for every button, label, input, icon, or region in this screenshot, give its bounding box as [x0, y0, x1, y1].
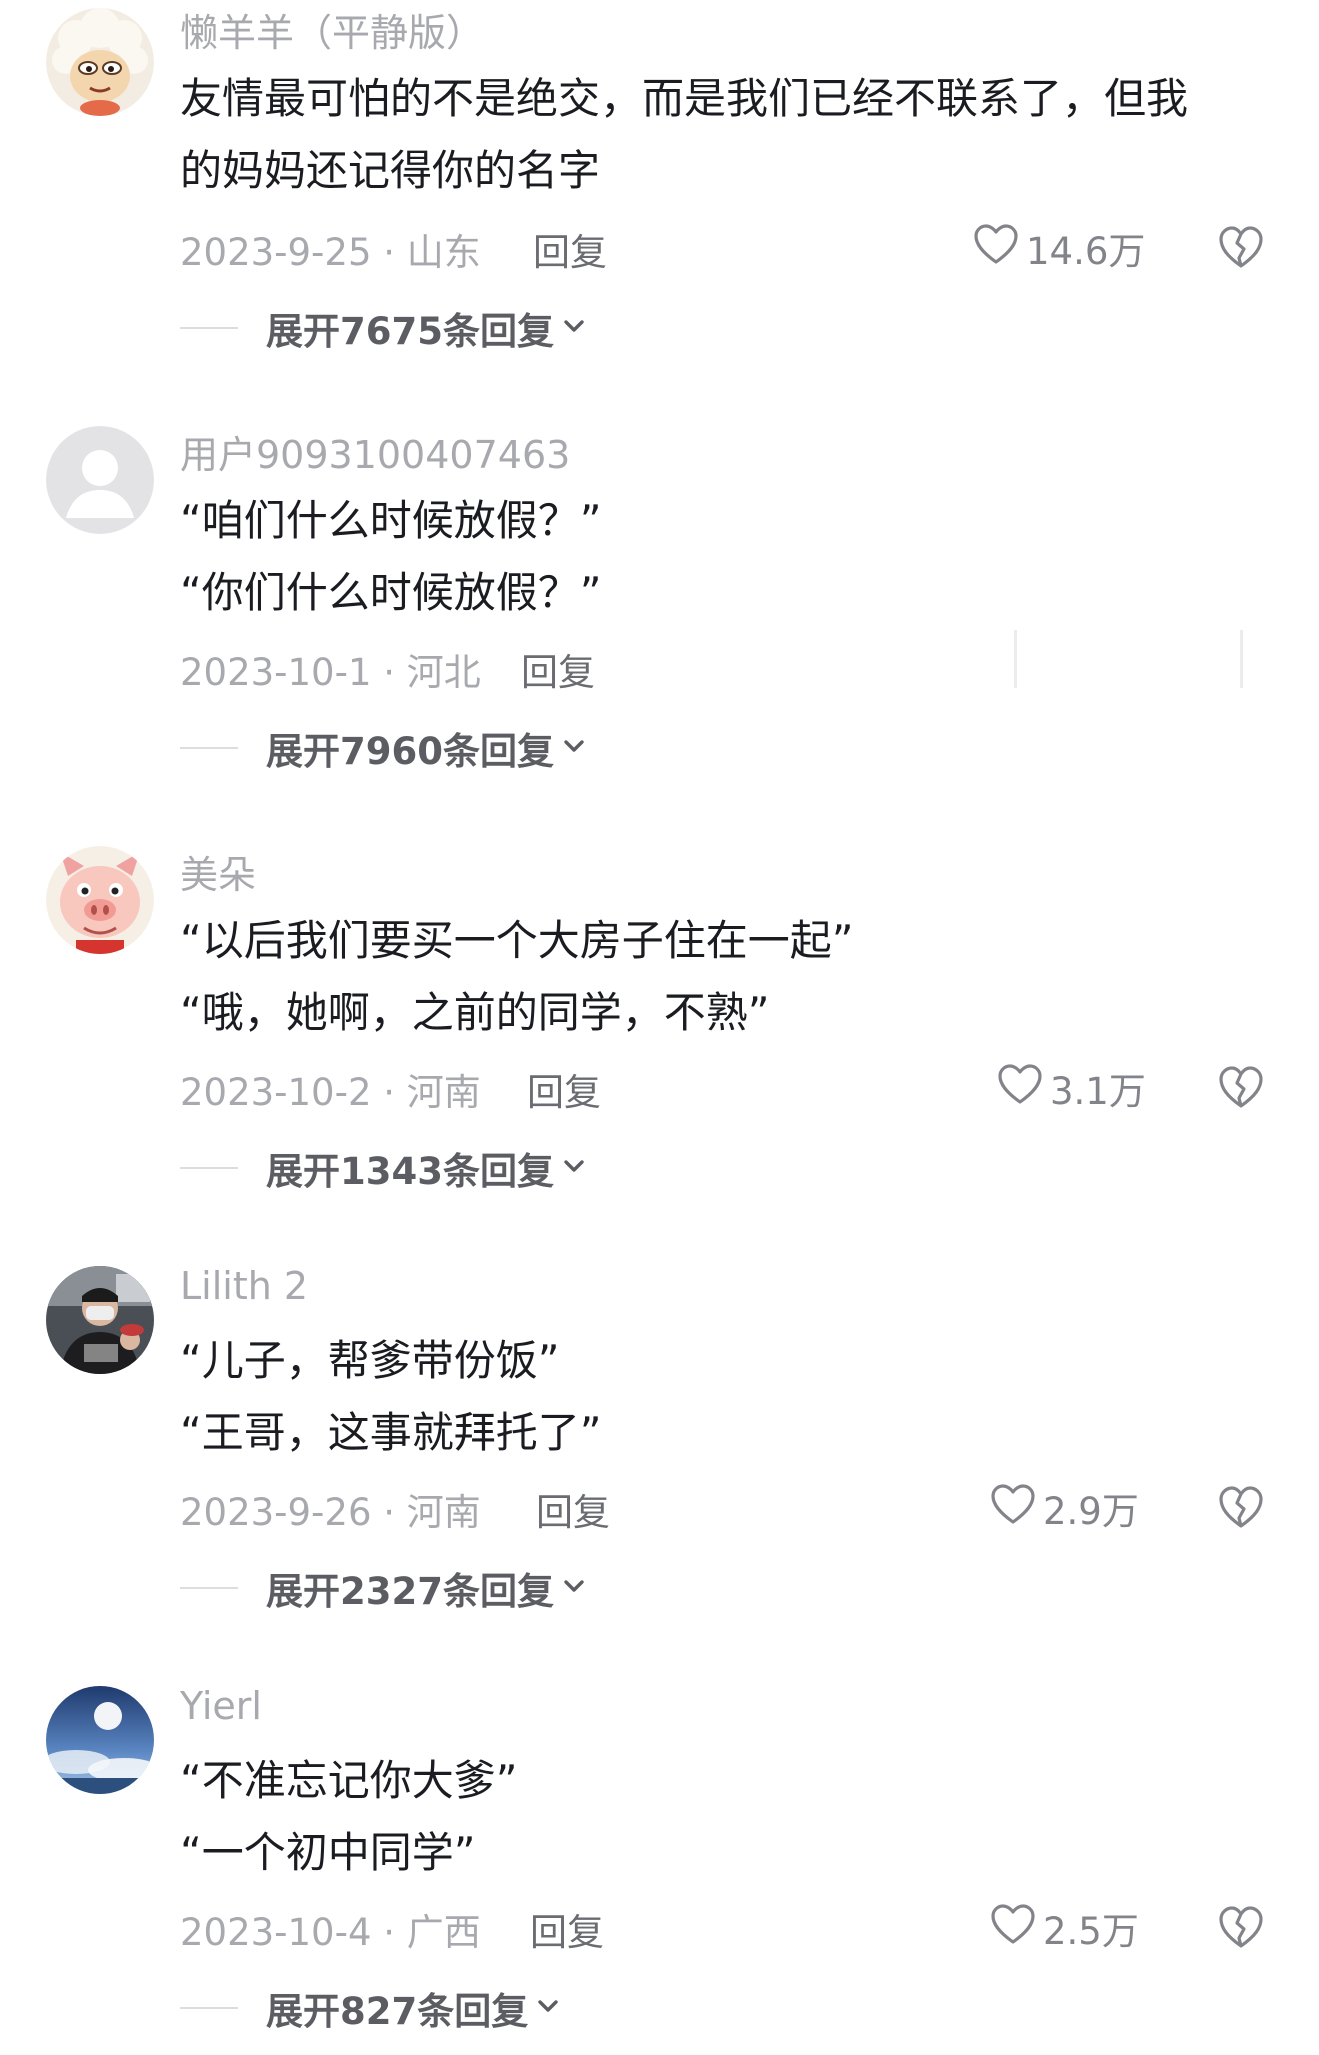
like-count: 3.1万 — [1050, 1070, 1146, 1113]
divider — [180, 1587, 238, 1589]
comment-meta: 2023-9-26 · 河南 — [180, 1491, 481, 1534]
heart-icon — [989, 1902, 1043, 1955]
moon-sky-avatar[interactable] — [46, 1686, 154, 1794]
heart-icon — [989, 1482, 1043, 1535]
expand-replies-button[interactable]: 展开7960条回复 — [180, 723, 588, 773]
broken-heart-icon — [1216, 1066, 1266, 1116]
comment-text-line: “王哥，这事就拜托了” — [180, 1408, 602, 1457]
divider — [180, 747, 238, 749]
divider — [180, 327, 238, 329]
chevron-down-icon — [554, 732, 588, 764]
dislike-button[interactable] — [1216, 1902, 1266, 1952]
comment-meta: 2023-10-1 · 河北 — [180, 651, 481, 694]
reply-button[interactable]: 回复 — [527, 1062, 601, 1116]
comment-text-line: 友情最可怕的不是绝交，而是我们已经不联系了，但我 — [180, 74, 1189, 123]
comment-text-line: “哦，她啊，之前的同学，不熟” — [180, 988, 770, 1037]
chevron-down-icon — [554, 1572, 588, 1604]
like-button[interactable]: 14.6万 — [972, 218, 1145, 278]
comment-text-line: 的妈妈还记得你的名字 — [180, 146, 601, 195]
comment-username[interactable]: 懒羊羊（平静版） — [180, 2, 484, 57]
like-count: 14.6万 — [1026, 230, 1146, 273]
comment-meta: 2023-9-25 · 山东 — [180, 231, 481, 274]
faint-artifact — [1240, 630, 1243, 688]
heart-icon — [972, 222, 1026, 275]
reply-button[interactable]: 回复 — [530, 1902, 604, 1956]
default-user-avatar[interactable] — [46, 426, 154, 534]
comment-text-line: “不准忘记你大爹” — [180, 1756, 518, 1805]
faint-artifact — [1014, 630, 1017, 688]
chevron-down-icon — [554, 1152, 588, 1184]
divider — [180, 1167, 238, 1169]
reply-button[interactable]: 回复 — [533, 222, 607, 276]
comment-text-line: “以后我们要买一个大房子住在一起” — [180, 916, 854, 965]
dislike-button[interactable] — [1216, 1062, 1266, 1112]
like-button[interactable]: 3.1万 — [996, 1058, 1146, 1118]
comment-username[interactable]: 用户9093100407463 — [180, 424, 570, 479]
comment-meta: 2023-10-2 · 河南 — [180, 1071, 481, 1114]
expand-replies-button[interactable]: 展开1343条回复 — [180, 1143, 588, 1193]
comment-text-line: “咱们什么时候放假？” — [180, 496, 602, 545]
like-button[interactable]: 2.5万 — [989, 1898, 1139, 1958]
comment-text-line: “一个初中同学” — [180, 1828, 476, 1877]
comment-text-line: “儿子，帮爹带份饭” — [180, 1336, 560, 1385]
expand-replies-button[interactable]: 展开827条回复 — [180, 1983, 562, 2033]
lazy-goat-avatar[interactable] — [46, 8, 154, 116]
divider — [180, 2007, 238, 2009]
dislike-button[interactable] — [1216, 222, 1266, 272]
expand-replies-label: 展开7675条回复 — [266, 310, 554, 353]
chevron-down-icon — [554, 312, 588, 344]
comment-username[interactable]: 美朵 — [180, 844, 256, 899]
expand-replies-label: 展开1343条回复 — [266, 1150, 554, 1193]
cartoon-pig-avatar[interactable] — [46, 846, 154, 954]
comment-meta: 2023-10-4 · 广西 — [180, 1911, 481, 1954]
comment-username[interactable]: Yierl — [180, 1684, 262, 1728]
expand-replies-label: 展开2327条回复 — [266, 1570, 554, 1613]
broken-heart-icon — [1216, 1486, 1266, 1536]
chevron-down-icon — [528, 1992, 562, 2024]
like-count: 2.5万 — [1043, 1910, 1139, 1953]
broken-heart-icon — [1216, 1906, 1266, 1956]
like-button[interactable]: 2.9万 — [989, 1478, 1139, 1538]
expand-replies-label: 展开7960条回复 — [266, 730, 554, 773]
comment-text-line: “你们什么时候放假？” — [180, 568, 602, 617]
expand-replies-label: 展开827条回复 — [266, 1990, 529, 2033]
reply-button[interactable]: 回复 — [536, 1482, 610, 1536]
dislike-button[interactable] — [1216, 1482, 1266, 1532]
broken-heart-icon — [1216, 226, 1266, 276]
photo-person-avatar[interactable] — [46, 1266, 154, 1374]
comment-username[interactable]: Lilith 2 — [180, 1264, 308, 1308]
heart-icon — [996, 1062, 1050, 1115]
expand-replies-button[interactable]: 展开2327条回复 — [180, 1563, 588, 1613]
like-count: 2.9万 — [1043, 1490, 1139, 1533]
expand-replies-button[interactable]: 展开7675条回复 — [180, 303, 588, 353]
reply-button[interactable]: 回复 — [521, 642, 595, 696]
